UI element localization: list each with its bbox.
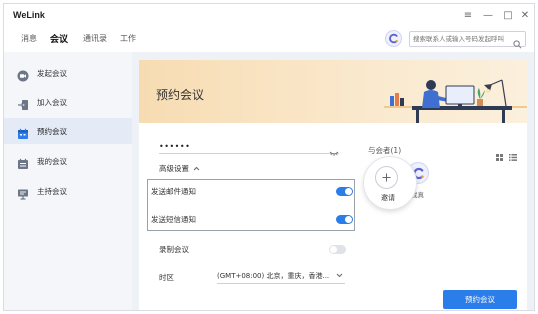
search-input[interactable] xyxy=(413,32,511,46)
welink-logo-icon[interactable] xyxy=(385,30,402,47)
title-bar: WeLink ≡ — □ ✕ xyxy=(4,4,534,26)
advanced-settings-label: 高级设置 xyxy=(159,164,189,173)
invite-label: 邀请 xyxy=(381,194,395,202)
sidebar-item-my-meetings[interactable]: 我的会议 xyxy=(4,148,132,174)
page-title: 预约会议 xyxy=(156,88,205,102)
tab-meetings[interactable]: 会议 xyxy=(50,32,68,45)
maximize-button[interactable]: □ xyxy=(501,8,515,22)
grid-view-icon[interactable] xyxy=(496,146,503,165)
schedule-meeting-card: 预约会议 •••••• 高级设置 发送邮件通知 发送短信通知 录制会议 时区 (… xyxy=(139,60,527,310)
sidebar-item-join-meeting[interactable]: 加入会议 xyxy=(4,89,132,115)
tab-contacts[interactable]: 通讯录 xyxy=(83,33,107,44)
sidebar-item-schedule-meeting[interactable]: 预约会议 xyxy=(4,118,132,144)
invite-attendee-button[interactable] xyxy=(375,166,398,189)
main-panel: 预约会议 •••••• 高级设置 发送邮件通知 发送短信通知 录制会议 时区 (… xyxy=(132,52,534,310)
list-view-icon[interactable] xyxy=(509,146,517,165)
presentation-icon xyxy=(17,185,29,200)
sidebar-item-host-meeting[interactable]: 主持会议 xyxy=(4,178,132,204)
sidebar-item-label: 我的会议 xyxy=(37,157,67,166)
top-nav: 消息 会议 通讯录 工作 xyxy=(4,26,534,52)
minimize-button[interactable]: — xyxy=(481,8,495,22)
email-notify-toggle[interactable] xyxy=(336,187,353,196)
record-meeting-toggle[interactable] xyxy=(329,245,346,254)
sidebar-item-label: 主持会议 xyxy=(37,187,67,196)
toggle-knob xyxy=(330,246,337,253)
app-window: WeLink ≡ — □ ✕ 消息 会议 通讯录 工作 发起 xyxy=(3,3,535,311)
menu-icon[interactable]: ≡ xyxy=(461,8,475,22)
search-icon[interactable] xyxy=(513,34,522,53)
sms-notify-label: 发送短信通知 xyxy=(151,215,196,224)
sidebar-item-label: 预约会议 xyxy=(37,127,67,136)
person-at-desk-illustration xyxy=(384,79,527,123)
tab-messages[interactable]: 消息 xyxy=(21,33,37,44)
close-button[interactable]: ✕ xyxy=(518,8,532,22)
email-notify-label: 发送邮件通知 xyxy=(151,187,196,196)
app-title: WeLink xyxy=(13,10,45,20)
toggle-knob xyxy=(345,188,352,195)
timezone-value: (GMT+08:00) 北京，重庆，香港... xyxy=(217,272,330,280)
sidebar: 发起会议 加入会议 预约会议 我的会议 主持会议 xyxy=(4,52,132,310)
chevron-up-icon xyxy=(193,165,200,173)
page-banner: 预约会议 xyxy=(139,60,527,123)
timezone-label: 时区 xyxy=(159,273,174,282)
advanced-settings-toggle[interactable]: 高级设置 xyxy=(159,163,200,174)
plus-icon xyxy=(382,173,391,182)
attendees-label: 与会者(1) xyxy=(368,146,402,155)
chevron-down-icon xyxy=(336,272,343,280)
sidebar-item-start-meeting[interactable]: 发起会议 xyxy=(4,60,132,86)
meeting-password-field[interactable] xyxy=(159,140,339,156)
sms-notify-toggle[interactable] xyxy=(336,215,353,224)
tab-work[interactable]: 工作 xyxy=(120,33,136,44)
calendar-list-icon xyxy=(17,155,29,169)
video-call-icon xyxy=(17,67,29,82)
sidebar-item-label: 加入会议 xyxy=(37,98,67,107)
schedule-meeting-button[interactable]: 预约会议 xyxy=(443,290,517,309)
password-input[interactable] xyxy=(159,140,319,152)
join-meeting-icon xyxy=(17,96,29,110)
timezone-select[interactable]: (GMT+08:00) 北京，重庆，香港... xyxy=(217,270,345,284)
contact-search-box[interactable] xyxy=(409,31,526,49)
eye-closed-icon[interactable] xyxy=(329,142,339,161)
toggle-knob xyxy=(345,216,352,223)
calendar-icon xyxy=(17,125,29,139)
record-meeting-label: 录制会议 xyxy=(159,245,189,254)
sidebar-item-label: 发起会议 xyxy=(37,69,67,78)
